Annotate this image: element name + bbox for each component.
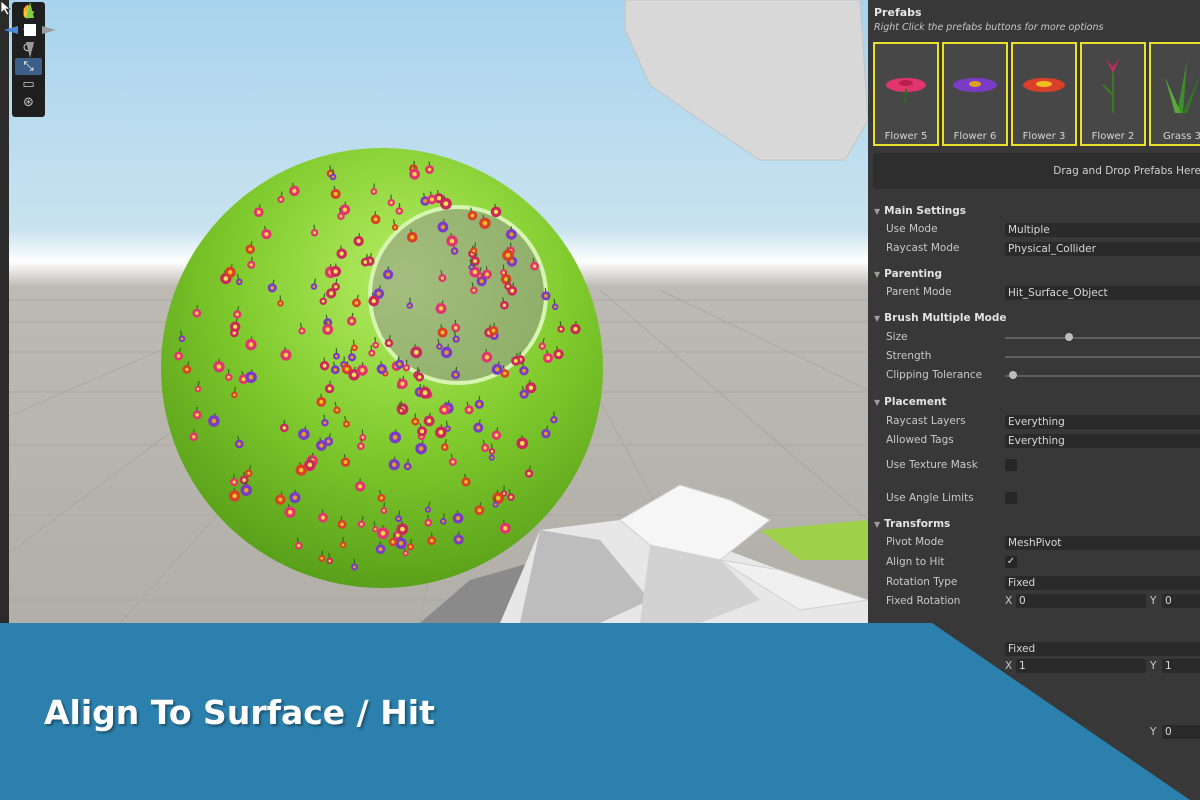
grass-icon (1151, 44, 1200, 126)
extra-y-axis-label: Y (1150, 726, 1157, 738)
transform-icon[interactable]: ⊛ (15, 94, 42, 111)
section-label: Transforms (884, 518, 951, 530)
raycast-mode-label: Raycast Mode (886, 242, 960, 254)
prefab-label: Flower 6 (953, 131, 997, 142)
section-label: Placement (884, 396, 947, 408)
scale-icon[interactable]: ⤡ (15, 58, 42, 75)
use-angle-limits-checkbox[interactable] (1005, 492, 1017, 504)
foldout-arrow-icon: ▼ (874, 520, 881, 529)
size-slider-handle[interactable] (1065, 333, 1073, 341)
prefab-list: Flower 5 Flower 6 Flower 3 Flower 2 Gras… (873, 42, 1200, 146)
mouse-cursor-icon (0, 0, 12, 16)
pivot-mode-label: Pivot Mode (886, 536, 944, 548)
rotation-x-axis-label: X (1005, 595, 1013, 607)
foldout-arrow-icon: ▼ (874, 270, 881, 279)
section-main-settings[interactable]: ▼ Main Settings (874, 205, 966, 217)
extra-y-field[interactable]: 0 (1162, 725, 1200, 739)
use-mode-dropdown[interactable]: Multiple (1005, 223, 1200, 237)
banner-title: Align To Surface / Hit (44, 693, 435, 732)
size-label: Size (886, 331, 908, 343)
prefab-label: Flower 5 (884, 131, 928, 142)
scale-x-axis-label: X (1005, 660, 1013, 672)
raycast-layers-label: Raycast Layers (886, 415, 966, 427)
prefab-button[interactable]: Flower 5 (873, 42, 939, 146)
parent-mode-dropdown[interactable]: Hit_Surface_Object (1005, 286, 1200, 300)
size-slider[interactable] (1005, 337, 1200, 339)
allowed-tags-label: Allowed Tags (886, 434, 954, 446)
prefab-button[interactable]: Flower 2 (1080, 42, 1146, 146)
rotation-y-field[interactable]: 0 (1162, 594, 1200, 608)
prefab-button[interactable]: Flower 3 (1011, 42, 1077, 146)
align-to-hit-label: Align to Hit (886, 556, 945, 568)
clipping-tolerance-handle[interactable] (1009, 371, 1017, 379)
foldout-arrow-icon: ▼ (874, 314, 881, 323)
scene-left-strip (0, 0, 9, 623)
section-parenting[interactable]: ▼ Parenting (874, 268, 942, 280)
parent-mode-label: Parent Mode (886, 286, 952, 298)
scale-type-dropdown[interactable]: Fixed (1005, 642, 1200, 656)
fixed-rotation-label: Fixed Rotation (886, 595, 961, 607)
drag-drop-zone[interactable]: Drag and Drop Prefabs Here (873, 153, 1200, 189)
rotation-x-field[interactable]: 0 (1016, 594, 1146, 608)
section-label: Main Settings (884, 205, 966, 217)
prefabs-hint: Right Click the prefabs buttons for more… (874, 22, 1104, 33)
prefab-label: Grass 3 (1163, 131, 1200, 142)
prefab-label: Flower 3 (1022, 131, 1066, 142)
strength-label: Strength (886, 350, 932, 362)
flower-icon (875, 44, 937, 126)
rotation-type-label: Rotation Type (886, 576, 958, 588)
flower-icon (944, 44, 1006, 126)
raycast-mode-dropdown[interactable]: Physical_Collider (1005, 242, 1200, 256)
rect-icon[interactable]: ▭ (15, 76, 42, 93)
scale-y-field[interactable]: 1 (1162, 659, 1200, 673)
allowed-tags-dropdown[interactable]: Everything (1005, 434, 1200, 448)
prefabs-title: Prefabs (874, 6, 922, 19)
raycast-layers-dropdown[interactable]: Everything (1005, 415, 1200, 429)
align-to-hit-checkbox[interactable]: ✓ (1005, 556, 1017, 568)
grass-patch (760, 520, 868, 560)
scale-x-field[interactable]: 1 (1016, 659, 1146, 673)
pivot-mode-dropdown[interactable]: MeshPivot (1005, 536, 1200, 550)
section-label: Parenting (884, 268, 943, 280)
use-texture-mask-checkbox[interactable] (1005, 459, 1017, 471)
prefab-button[interactable]: Flower 6 (942, 42, 1008, 146)
rotation-type-dropdown[interactable]: Fixed (1005, 576, 1200, 590)
section-brush-multiple-mode[interactable]: ▼ Brush Multiple Mode (874, 312, 1007, 324)
section-label: Brush Multiple Mode (884, 312, 1007, 324)
use-texture-mask-label: Use Texture Mask (886, 459, 978, 471)
use-mode-label: Use Mode (886, 223, 938, 235)
rotation-y-axis-label: Y (1150, 595, 1157, 607)
strength-slider[interactable] (1005, 356, 1200, 358)
inspector-panel: Prefabs Right Click the prefabs buttons … (868, 0, 1200, 800)
distant-rock (624, 0, 868, 161)
flower-icon (1082, 44, 1144, 126)
scene-view[interactable]: ✋✥⟳⤡▭⊛ (0, 0, 868, 623)
scale-y-axis-label: Y (1150, 660, 1157, 672)
section-placement[interactable]: ▼ Placement (874, 396, 946, 408)
scene-canvas (0, 0, 868, 623)
foldout-arrow-icon: ▼ (874, 398, 881, 407)
foldout-arrow-icon: ▼ (874, 207, 881, 216)
prefab-label: Flower 2 (1091, 131, 1135, 142)
clipping-tolerance-label: Clipping Tolerance (886, 369, 983, 381)
use-angle-limits-label: Use Angle Limits (886, 492, 974, 504)
flower-icon (1013, 44, 1075, 126)
section-transforms[interactable]: ▼ Transforms (874, 518, 950, 530)
prefab-button[interactable]: Grass 3 (1149, 42, 1200, 146)
clipping-tolerance-slider[interactable] (1005, 375, 1200, 377)
